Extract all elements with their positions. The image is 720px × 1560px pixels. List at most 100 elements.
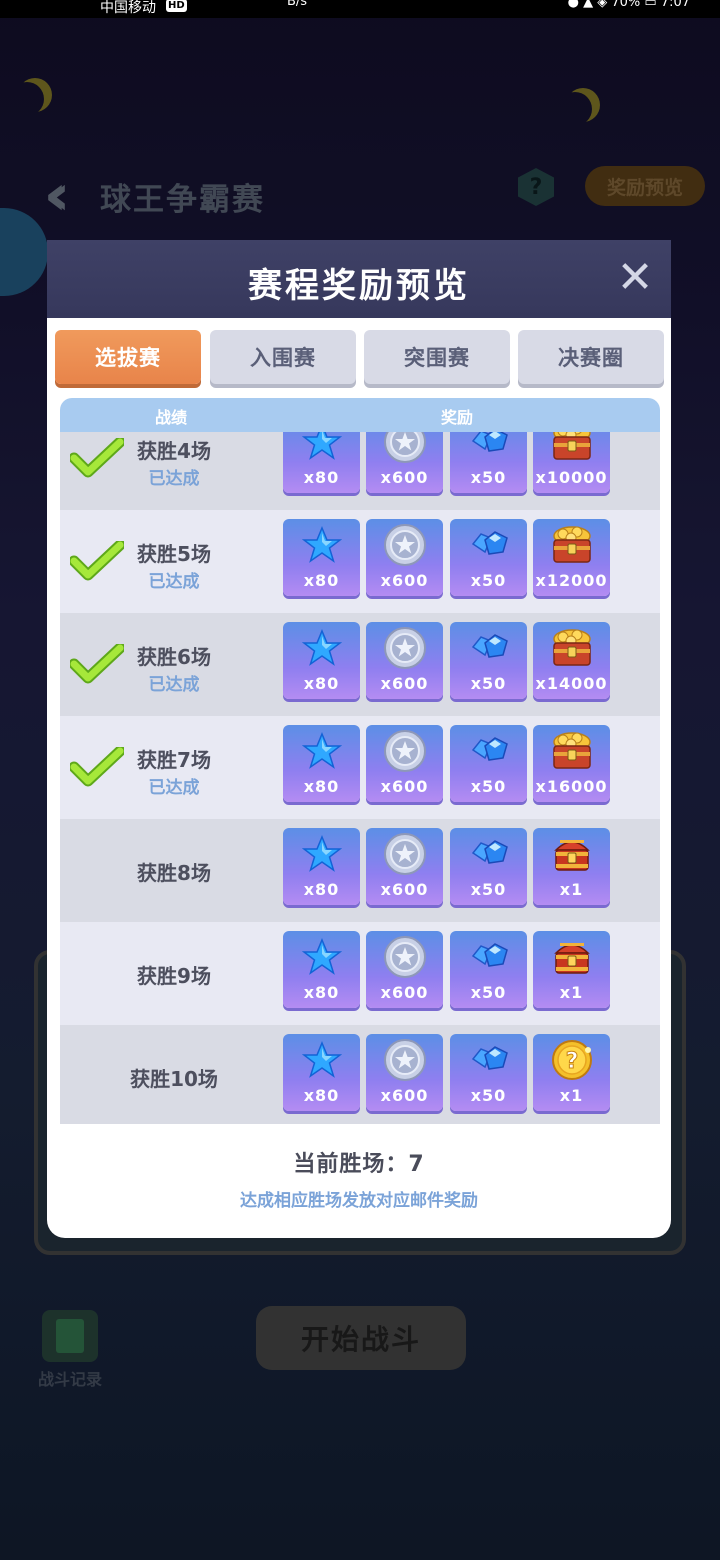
svg-text:?: ? xyxy=(565,1049,578,1074)
reward-row: 获胜9场 x80 x600 x50 x1 xyxy=(60,922,660,1025)
reward-quantity: x1 xyxy=(559,1086,584,1105)
reward-tile[interactable]: x80 xyxy=(283,519,360,596)
reward-quantity: x50 xyxy=(470,674,507,693)
win-count-label: 获胜10场 xyxy=(130,1067,218,1091)
tab-breakout[interactable]: 突围赛 xyxy=(364,330,510,384)
column-record: 战绩 xyxy=(155,408,188,427)
reward-quantity: x80 xyxy=(303,1086,340,1105)
reward-quantity: x1 xyxy=(559,880,584,899)
network-speed: B/s xyxy=(287,0,308,9)
reward-quantity: x600 xyxy=(380,1086,429,1105)
reward-tile[interactable]: x80 xyxy=(283,725,360,802)
tab-qualifier[interactable]: 入围赛 xyxy=(210,330,356,384)
close-icon[interactable]: ✕ xyxy=(613,256,657,300)
tab-finals[interactable]: 决赛圈 xyxy=(518,330,664,384)
reward-list[interactable]: 获胜4场 已达成 x80 x600 x50 x10000 获胜5场 已达成 x80 x600 x50… xyxy=(60,432,660,1124)
reward-tile[interactable]: x600 xyxy=(366,828,443,905)
reward-row: 获胜4场已达成 x80 x600 x50 x10000 xyxy=(60,432,660,510)
reward-tile[interactable]: x600 xyxy=(366,1034,443,1111)
star-icon xyxy=(283,834,360,874)
achieved-label: 已达成 xyxy=(148,572,200,592)
reward-quantity: x10000 xyxy=(535,468,608,487)
reward-quantity: x14000 xyxy=(535,674,608,693)
reward-tile[interactable]: x600 xyxy=(366,725,443,802)
reward-tile[interactable]: x600 xyxy=(366,931,443,1008)
star-icon xyxy=(283,525,360,565)
carrier-label: 中国移动 xyxy=(100,0,156,16)
diamond-icon xyxy=(450,731,527,771)
reward-tile[interactable]: x80 xyxy=(283,432,360,493)
red-chest-icon xyxy=(533,937,610,977)
reward-tile[interactable]: x50 xyxy=(450,432,527,493)
reward-quantity: x80 xyxy=(303,674,340,693)
reward-quantity: x80 xyxy=(303,777,340,796)
gold-chest-icon xyxy=(533,432,610,462)
reward-tile[interactable]: x600 xyxy=(366,622,443,699)
reward-tile[interactable]: x50 xyxy=(450,828,527,905)
reward-tile[interactable]: x1 xyxy=(533,931,610,1008)
current-wins: 当前胜场：7 xyxy=(293,1152,425,1177)
gold-chest-icon xyxy=(533,731,610,771)
diamond-icon xyxy=(450,834,527,874)
mystery-coin-icon: ? xyxy=(533,1040,610,1080)
row-record: 获胜8场 xyxy=(100,857,248,886)
star-icon xyxy=(283,628,360,668)
reward-quantity: x600 xyxy=(380,880,429,899)
diamond-icon xyxy=(450,432,527,462)
column-reward: 奖励 xyxy=(441,408,474,427)
silver-coin-icon xyxy=(366,627,443,669)
row-record: 获胜5场已达成 xyxy=(100,538,248,592)
reward-quantity: x16000 xyxy=(535,777,608,796)
row-record: 获胜6场 已达成 xyxy=(100,641,248,695)
reward-tile[interactable]: x14000 xyxy=(533,622,610,699)
win-count-label: 获胜6场 xyxy=(137,645,211,669)
win-count-label: 获胜5场 xyxy=(137,542,211,566)
reward-note: 达成相应胜场发放对应邮件奖励 xyxy=(240,1191,478,1211)
reward-quantity: x50 xyxy=(470,777,507,796)
red-chest-icon xyxy=(533,834,610,874)
star-icon xyxy=(283,1040,360,1080)
reward-tile[interactable]: x16000 xyxy=(533,725,610,802)
reward-row: 获胜10场 x80 x600 x50? x1 xyxy=(60,1025,660,1124)
reward-tile[interactable]: x80 xyxy=(283,622,360,699)
silver-coin-icon xyxy=(366,936,443,978)
reward-tile[interactable]: x50 xyxy=(450,931,527,1008)
reward-tile[interactable]: x50 xyxy=(450,1034,527,1111)
reward-tile[interactable]: x50 xyxy=(450,519,527,596)
reward-quantity: x80 xyxy=(303,468,340,487)
reward-quantity: x80 xyxy=(303,983,340,1002)
reward-quantity: x50 xyxy=(470,1086,507,1105)
row-record: 获胜9场 xyxy=(100,960,248,989)
diamond-icon xyxy=(450,525,527,565)
reward-row: 获胜7场已达成 x80 x600 x50 x16000 xyxy=(60,716,660,819)
reward-tile[interactable]: x50 xyxy=(450,725,527,802)
reward-tile[interactable]: x10000 xyxy=(533,432,610,493)
reward-tile[interactable]: x12000 xyxy=(533,519,610,596)
status-bar: 中国移动 HD B/s ● ▲ ◈ 70% ▭ 7:07 xyxy=(0,0,720,18)
achieved-label: 已达成 xyxy=(148,469,200,489)
diamond-icon xyxy=(450,937,527,977)
reward-tile[interactable]: ? x1 xyxy=(533,1034,610,1111)
gold-chest-icon xyxy=(533,628,610,668)
reward-tile[interactable]: x80 xyxy=(283,931,360,1008)
hd-badge: HD xyxy=(166,0,187,12)
reward-quantity: x50 xyxy=(470,468,507,487)
star-icon xyxy=(283,937,360,977)
reward-quantity: x50 xyxy=(470,571,507,590)
reward-quantity: x600 xyxy=(380,777,429,796)
reward-tile[interactable]: x1 xyxy=(533,828,610,905)
reward-tile[interactable]: x80 xyxy=(283,1034,360,1111)
star-icon xyxy=(283,432,360,462)
reward-tile[interactable]: x80 xyxy=(283,828,360,905)
diamond-icon xyxy=(450,628,527,668)
achieved-label: 已达成 xyxy=(148,778,200,798)
silver-coin-icon xyxy=(366,1039,443,1081)
win-count-label: 获胜7场 xyxy=(137,748,211,772)
star-icon xyxy=(283,731,360,771)
reward-quantity: x12000 xyxy=(535,571,608,590)
win-count-label: 获胜4场 xyxy=(137,439,211,463)
reward-tile[interactable]: x600 xyxy=(366,432,443,493)
reward-tile[interactable]: x50 xyxy=(450,622,527,699)
tab-selection[interactable]: 选拔赛 xyxy=(55,330,201,384)
reward-tile[interactable]: x600 xyxy=(366,519,443,596)
